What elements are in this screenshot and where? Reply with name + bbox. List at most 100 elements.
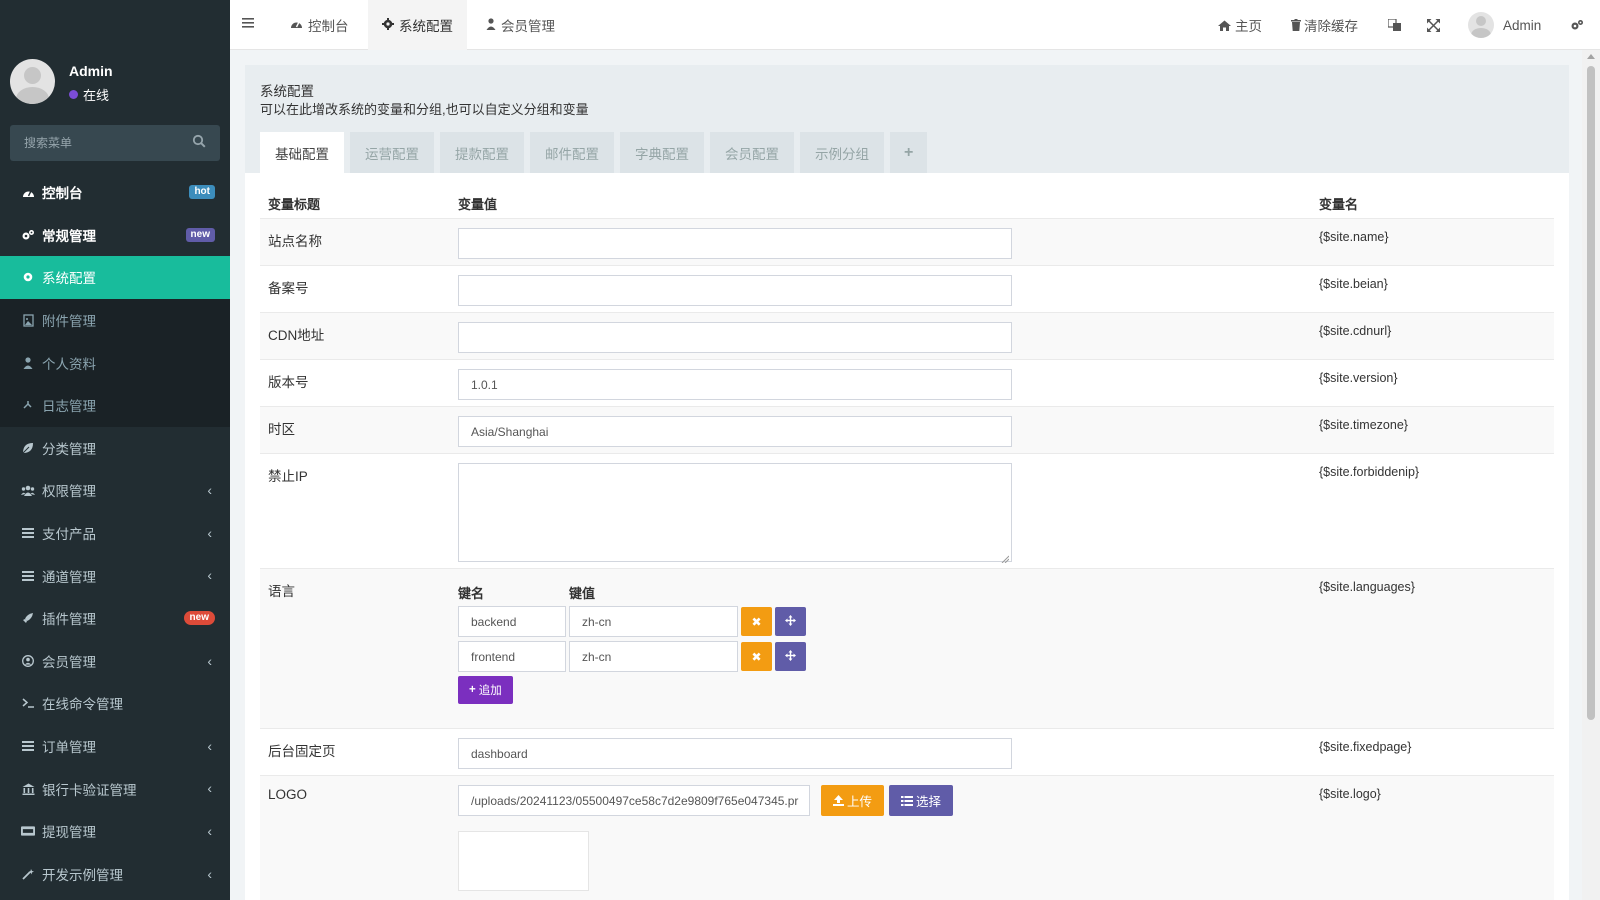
file-image-icon xyxy=(21,313,35,327)
gear-icon xyxy=(21,270,35,284)
sidebar-item-bank-card[interactable]: 银行卡验证管理 ‹ xyxy=(0,767,230,810)
logo-path-input[interactable]: /uploads/20241123/05500497ce58c7d2e9809f… xyxy=(458,785,810,816)
page-description: 可以在此增改系统的变量和分组,也可以自定义分组和变量 xyxy=(260,102,589,117)
table-row: 禁止IP {$site.forbiddenip} xyxy=(260,453,1554,568)
timezone-input[interactable]: Asia/Shanghai xyxy=(458,416,1012,447)
sidebar-item-label: 开发示例管理 xyxy=(42,867,123,883)
sidebar-item-pay-products[interactable]: 支付产品 ‹ xyxy=(0,512,230,555)
site-name-input[interactable] xyxy=(458,228,1012,259)
beian-input[interactable] xyxy=(458,275,1012,306)
sidebar-item-profile[interactable]: 个人资料 xyxy=(0,341,230,384)
language-value-input[interactable]: zh-cn xyxy=(569,641,738,672)
resize-handle-icon[interactable] xyxy=(1001,551,1010,564)
list-icon xyxy=(21,526,35,540)
sidebar-item-members[interactable]: 会员管理 ‹ xyxy=(0,640,230,683)
language-value-input[interactable]: zh-cn xyxy=(569,606,738,637)
row-title: 语言 xyxy=(268,584,295,599)
chevron-left-icon: ‹ xyxy=(207,822,212,839)
clear-cache-button[interactable]: 清除缓存 xyxy=(1291,0,1358,50)
language-toggle[interactable] xyxy=(1388,0,1401,50)
append-button[interactable]: + 追加 xyxy=(458,676,513,704)
scroll-up-arrow-icon[interactable] xyxy=(1587,54,1595,59)
move-icon xyxy=(785,649,796,664)
sidebar-item-label: 订单管理 xyxy=(42,740,96,756)
tab-example-group[interactable]: 示例分组 xyxy=(800,132,884,173)
sidebar-item-label: 个人资料 xyxy=(42,356,96,372)
fullscreen-button[interactable] xyxy=(1427,0,1440,50)
user-panel: Admin 在线 xyxy=(0,0,230,110)
sidebar-menu: 控制台 hot 常规管理 new 系统配置 附件管理 个人资料 日志管理 分类管… xyxy=(0,171,230,895)
row-title: 禁止IP xyxy=(268,469,308,484)
remove-row-button[interactable]: ✖ xyxy=(741,607,772,636)
tab-operation-config[interactable]: 运营配置 xyxy=(350,132,434,173)
add-group-button[interactable]: + xyxy=(890,132,928,173)
forbidden-ip-textarea[interactable] xyxy=(458,463,1012,564)
list-icon xyxy=(21,739,35,753)
tab-label: 系统配置 xyxy=(399,19,453,34)
sidebar-item-attachments[interactable]: 附件管理 xyxy=(0,298,230,342)
upload-label: 上传 xyxy=(847,795,873,809)
sidebar-item-system-config[interactable]: 系统配置 xyxy=(0,256,230,299)
cdn-url-input[interactable] xyxy=(458,322,1012,353)
top-navbar: 控制台 系统配置 会员管理 主页 清除缓存 Admin xyxy=(230,0,1600,50)
version-input[interactable]: 1.0.1 xyxy=(458,369,1012,400)
menu-search-input[interactable] xyxy=(10,125,220,161)
sidebar-item-label: 控制台 xyxy=(42,186,83,202)
tab-dictionary-config[interactable]: 字典配置 xyxy=(620,132,704,173)
dashboard-icon xyxy=(21,185,35,199)
user-icon xyxy=(21,356,35,370)
leaf-icon xyxy=(21,441,35,455)
fixed-page-input[interactable]: dashboard xyxy=(458,738,1012,769)
sidebar-item-orders[interactable]: 订单管理 ‹ xyxy=(0,725,230,768)
new-badge: new xyxy=(185,227,215,242)
sidebar-item-plugins[interactable]: 插件管理 new xyxy=(0,597,230,640)
sidebar: Admin 在线 控制台 hot 常规管理 new 系统配置 附件管理 xyxy=(0,0,230,900)
tab-members[interactable]: 会员管理 xyxy=(472,0,569,50)
header-title: 变量标题 xyxy=(268,197,321,212)
table-row: 时区 Asia/Shanghai {$site.timezone} xyxy=(260,406,1554,453)
sidebar-item-channels[interactable]: 通道管理 ‹ xyxy=(0,554,230,597)
user-menu[interactable]: Admin xyxy=(1468,0,1541,50)
tab-withdraw-config[interactable]: 提款配置 xyxy=(440,132,524,173)
search-icon[interactable] xyxy=(192,134,208,150)
value-header: 键值 xyxy=(569,586,596,601)
tab-system-config[interactable]: 系统配置 xyxy=(368,0,467,50)
upload-button[interactable]: 上传 xyxy=(821,785,885,816)
remove-row-button[interactable]: ✖ xyxy=(741,642,772,671)
home-link[interactable]: 主页 xyxy=(1218,0,1262,50)
sidebar-item-logs[interactable]: 日志管理 xyxy=(0,383,230,427)
tab-member-config[interactable]: 会员配置 xyxy=(710,132,794,173)
scroll-thumb[interactable] xyxy=(1587,66,1595,720)
chevron-left-icon: ‹ xyxy=(207,737,212,754)
chevron-left-icon: ‹ xyxy=(207,652,212,669)
row-var-name: {$site.fixedpage} xyxy=(1319,740,1412,754)
sidebar-item-commands[interactable]: 在线命令管理 xyxy=(0,682,230,725)
table-row: 备案号 {$site.beian} xyxy=(260,265,1554,312)
tab-basic-config[interactable]: 基础配置 xyxy=(260,132,344,173)
sidebar-item-permissions[interactable]: 权限管理 ‹ xyxy=(0,469,230,512)
drag-row-button[interactable] xyxy=(775,642,806,671)
chevron-left-icon: ‹ xyxy=(207,524,212,541)
sidebar-item-withdraw[interactable]: 提现管理 ‹ xyxy=(0,810,230,853)
header-value: 变量值 xyxy=(458,197,498,212)
expand-icon xyxy=(1427,18,1440,32)
control-sidebar-toggle[interactable] xyxy=(1570,0,1584,50)
menu-toggle-icon[interactable] xyxy=(242,16,256,30)
list-icon xyxy=(21,569,35,583)
logo-preview-image[interactable] xyxy=(458,831,589,891)
page-scrollbar[interactable] xyxy=(1582,50,1600,900)
sidebar-item-general[interactable]: 常规管理 new xyxy=(0,214,230,257)
drag-row-button[interactable] xyxy=(775,607,806,636)
row-var-name: {$site.logo} xyxy=(1319,787,1381,801)
language-key-input[interactable]: frontend xyxy=(458,641,566,672)
language-key-input[interactable]: backend xyxy=(458,606,566,637)
user-name: Admin xyxy=(69,63,113,79)
sidebar-item-category[interactable]: 分类管理 xyxy=(0,427,230,470)
sidebar-item-label: 通道管理 xyxy=(42,569,96,585)
sidebar-item-dev-examples[interactable]: 开发示例管理 ‹ xyxy=(0,853,230,896)
tab-email-config[interactable]: 邮件配置 xyxy=(530,132,614,173)
tab-dashboard[interactable]: 控制台 xyxy=(276,0,363,50)
gear-icon xyxy=(382,17,394,33)
select-button[interactable]: 选择 xyxy=(889,785,954,816)
sidebar-item-dashboard[interactable]: 控制台 hot xyxy=(0,171,230,214)
